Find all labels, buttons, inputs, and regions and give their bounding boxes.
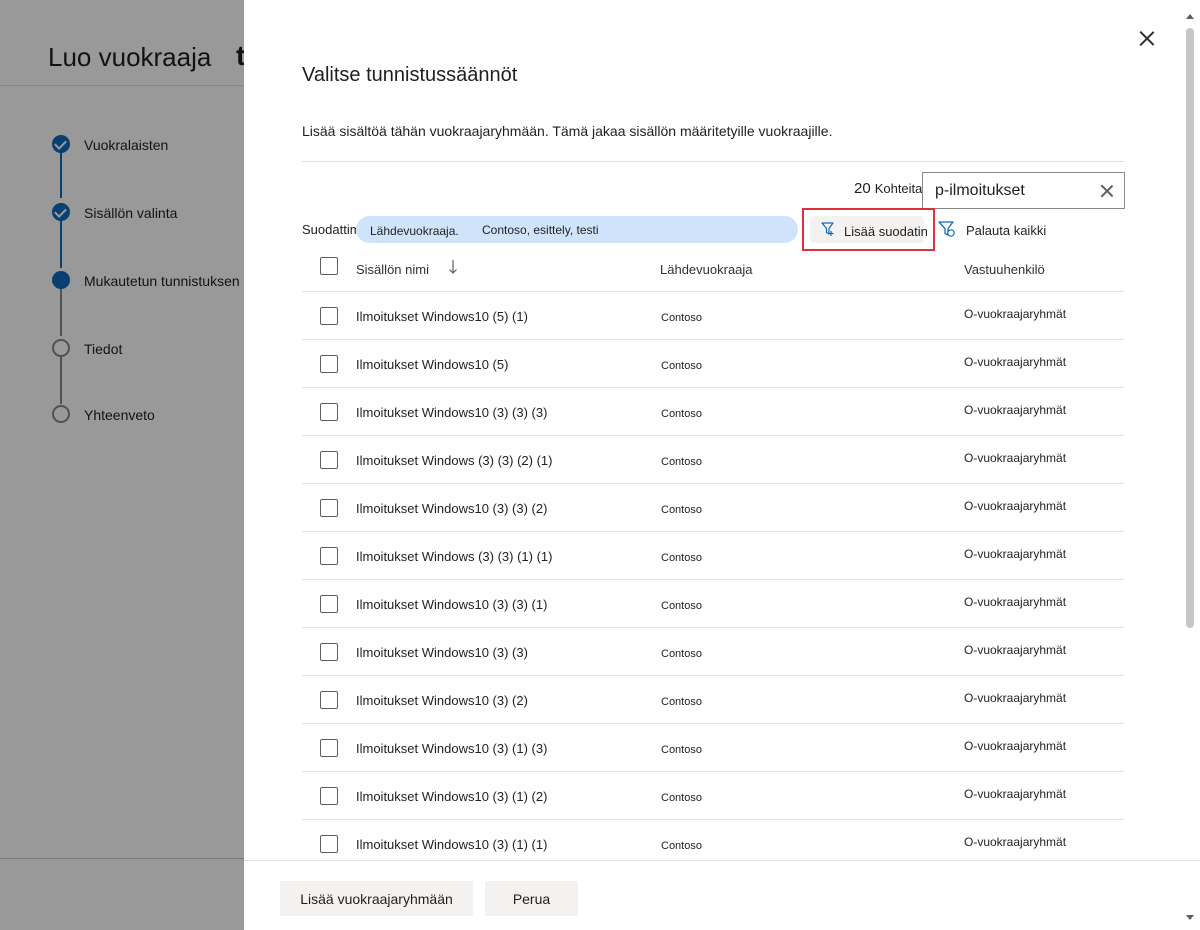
search-box bbox=[922, 172, 1125, 209]
table-row[interactable]: Ilmoitukset Windows10 (3) (3) (3) Contoso… bbox=[302, 388, 1124, 436]
filter-value: Contoso, esittely, testi bbox=[482, 223, 599, 237]
table-row[interactable]: Ilmoitukset Windows10 (3) (2) Contoso O-vu… bbox=[302, 676, 1124, 724]
owner-cell: O-vuokraajaryhmät bbox=[964, 787, 1067, 801]
table-row[interactable]: Ilmoitukset Windows10 (3) (3) (1) Contoso… bbox=[302, 580, 1124, 628]
row-checkbox[interactable] bbox=[320, 451, 338, 469]
owner-cell: O-vuokraajaryhmät bbox=[964, 451, 1067, 465]
clear-search-icon[interactable] bbox=[1097, 181, 1117, 201]
source-tenant-cell: Contoso bbox=[661, 648, 702, 660]
cancel-button[interactable]: Perua bbox=[485, 881, 578, 916]
row-checkbox[interactable] bbox=[320, 547, 338, 565]
owner-cell: O-vuokraajaryhmät bbox=[964, 355, 1067, 369]
owner-cell: O-vuokraajaryhmät bbox=[964, 307, 1067, 321]
content-name-cell: Ilmoitukset Windows10 (3) (3) bbox=[356, 645, 528, 660]
source-tenant-cell: Contoso bbox=[661, 312, 702, 324]
scrollbar-thumb[interactable] bbox=[1186, 28, 1194, 628]
table-body: Ilmoitukset Windows10 (5) (1) Contoso O-vu… bbox=[302, 292, 1124, 858]
table-row[interactable]: Ilmoitukset Windows10 (3) (1) (3) Contoso… bbox=[302, 724, 1124, 772]
select-all-checkbox[interactable] bbox=[320, 257, 338, 275]
table-row[interactable]: Ilmoitukset Windows10 (3) (3) (2) Contoso… bbox=[302, 484, 1124, 532]
owner-cell: O-vuokraajaryhmät bbox=[964, 643, 1067, 657]
owner-cell: O-vuokraajaryhmät bbox=[964, 691, 1067, 705]
panel-footer: Lisää vuokraajaryhmään Perua bbox=[244, 860, 1200, 930]
row-checkbox[interactable] bbox=[320, 403, 338, 421]
table-header: Sisällön nimi Lähdevuokraaja Vastuuhenki… bbox=[302, 252, 1124, 292]
row-checkbox[interactable] bbox=[320, 739, 338, 757]
source-tenant-cell: Contoso bbox=[661, 456, 702, 468]
add-to-tenant-group-button[interactable]: Lisää vuokraajaryhmään bbox=[280, 881, 473, 916]
table-row[interactable]: Ilmoitukset Windows10 (3) (1) (2) Contoso… bbox=[302, 772, 1124, 820]
source-tenant-cell: Contoso bbox=[661, 696, 702, 708]
add-filter-button[interactable]: Lisää suodatin bbox=[802, 208, 935, 251]
table-row[interactable]: Ilmoitukset Windows (3) (3) (2) (1) Conto… bbox=[302, 436, 1124, 484]
source-tenant-cell: Contoso bbox=[661, 504, 702, 516]
source-tenant-cell: Contoso bbox=[661, 792, 702, 804]
column-header-owner[interactable]: Vastuuhenkilö bbox=[964, 262, 1045, 277]
content-name-cell: Ilmoitukset Windows10 (3) (3) (3) bbox=[356, 405, 548, 420]
item-count-label: Kohteita bbox=[874, 181, 923, 196]
add-filter-label: Lisää suodatin bbox=[844, 224, 928, 239]
source-tenant-cell: Contoso bbox=[661, 552, 702, 564]
divider bbox=[302, 161, 1124, 162]
close-icon[interactable] bbox=[1134, 26, 1160, 52]
search-input[interactable] bbox=[935, 179, 1085, 203]
filter-add-icon bbox=[821, 222, 834, 236]
row-checkbox[interactable] bbox=[320, 787, 338, 805]
content-name-cell: Ilmoitukset Windows (3) (3) (2) (1) bbox=[356, 453, 553, 468]
owner-cell: O-vuokraajaryhmät bbox=[964, 403, 1067, 417]
column-header-name[interactable]: Sisällön nimi bbox=[356, 262, 429, 277]
table-row[interactable]: Ilmoitukset Windows10 (5) (1) Contoso O-vu… bbox=[302, 292, 1124, 340]
content-name-cell: Ilmoitukset Windows10 (3) (1) (3) bbox=[356, 741, 548, 756]
table-row[interactable]: Ilmoitukset Windows (3) (3) (1) (1) Conto… bbox=[302, 532, 1124, 580]
reset-all-label: Palauta kaikki bbox=[966, 223, 1047, 238]
sort-down-icon[interactable] bbox=[448, 258, 458, 276]
row-checkbox[interactable] bbox=[320, 355, 338, 373]
panel-title: Valitse tunnistussäännöt bbox=[302, 64, 518, 86]
content-name-cell: Ilmoitukset Windows (3) (3) (1) (1) bbox=[356, 549, 553, 564]
select-detection-rules-panel: Valitse tunnistussäännöt Lisää sisältöä … bbox=[244, 0, 1200, 930]
item-count: 20 Kohteita bbox=[854, 180, 922, 197]
owner-cell: O-vuokraajaryhmät bbox=[964, 499, 1067, 513]
row-checkbox[interactable] bbox=[320, 835, 338, 853]
owner-cell: O-vuokraajaryhmät bbox=[964, 595, 1067, 609]
row-checkbox[interactable] bbox=[320, 499, 338, 517]
filter-reset-icon bbox=[938, 221, 955, 237]
row-checkbox[interactable] bbox=[320, 691, 338, 709]
source-tenant-cell: Contoso bbox=[661, 600, 702, 612]
panel-description: Lisää sisältöä tähän vuokraajaryhmään. T… bbox=[302, 123, 833, 139]
item-count-number: 20 bbox=[854, 180, 871, 197]
table-row[interactable]: Ilmoitukset Windows10 (3) (1) (1) Contoso… bbox=[302, 820, 1124, 858]
content-name-cell: Ilmoitukset Windows10 (3) (2) bbox=[356, 693, 528, 708]
scroll-up-icon[interactable] bbox=[1185, 12, 1195, 20]
content-name-cell: Ilmoitukset Windows10 (3) (1) (2) bbox=[356, 789, 548, 804]
filter-key: Lähdevuokraaja. bbox=[370, 224, 459, 238]
source-tenant-cell: Contoso bbox=[661, 408, 702, 420]
owner-cell: O-vuokraajaryhmät bbox=[964, 739, 1067, 753]
table-row[interactable]: Ilmoitukset Windows10 (5) Contoso O-vuokra… bbox=[302, 340, 1124, 388]
content-name-cell: Ilmoitukset Windows10 (3) (3) (1) bbox=[356, 597, 548, 612]
owner-cell: O-vuokraajaryhmät bbox=[964, 547, 1067, 561]
column-header-source[interactable]: Lähdevuokraaja bbox=[660, 262, 753, 277]
source-tenant-cell: Contoso bbox=[661, 840, 702, 852]
row-checkbox[interactable] bbox=[320, 643, 338, 661]
content-name-cell: Ilmoitukset Windows10 (5) bbox=[356, 357, 509, 372]
owner-cell: O-vuokraajaryhmät bbox=[964, 835, 1067, 849]
content-name-cell: Ilmoitukset Windows10 (3) (1) (1) bbox=[356, 837, 548, 852]
row-checkbox[interactable] bbox=[320, 595, 338, 613]
source-tenant-cell: Contoso bbox=[661, 744, 702, 756]
content-name-cell: Ilmoitukset Windows10 (5) (1) bbox=[356, 309, 528, 324]
scroll-down-icon[interactable] bbox=[1185, 914, 1195, 922]
table-row[interactable]: Ilmoitukset Windows10 (3) (3) Contoso O-vu… bbox=[302, 628, 1124, 676]
row-checkbox[interactable] bbox=[320, 307, 338, 325]
content-name-cell: Ilmoitukset Windows10 (3) (3) (2) bbox=[356, 501, 548, 516]
source-tenant-cell: Contoso bbox=[661, 360, 702, 372]
source-tenant-filter-pill[interactable]: Lähdevuokraaja. Contoso, esittely, testi bbox=[356, 216, 798, 243]
